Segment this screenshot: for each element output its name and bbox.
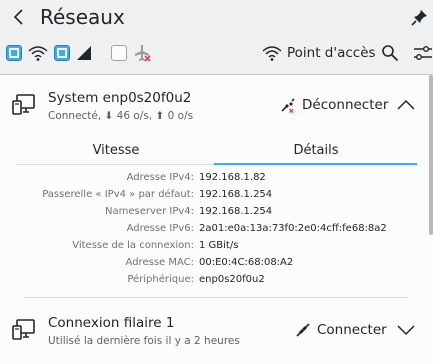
settings-sliders-icon <box>414 46 432 60</box>
cellular-signal-icon <box>77 46 91 60</box>
pin-icon <box>411 10 427 26</box>
detail-label: Nameserver IPv4: <box>105 206 194 217</box>
detail-value: 00:E0:4C:68:08:A2 <box>199 257 294 268</box>
detail-value: enp0s20f0u2 <box>199 274 265 285</box>
chevron-left-icon <box>13 9 23 25</box>
pin-button[interactable] <box>409 6 431 28</box>
tab-vitesse[interactable]: Vitesse <box>16 141 216 166</box>
detail-row: Vitesse de la connexion: 1 GBit/s <box>0 240 433 256</box>
detail-row: Adresse MAC: 00:E0:4C:68:08:A2 <box>0 257 433 273</box>
connect-icon <box>296 323 310 337</box>
airplane-mode-icon <box>135 45 151 62</box>
detail-value: 2a01:e0a:13a:73f0:2e0:4cff:fe68:8a2 <box>199 223 387 234</box>
chevron-down-icon <box>397 325 415 336</box>
chevron-up-icon <box>397 99 415 110</box>
collapse-button[interactable] <box>395 94 417 116</box>
mobile-broadband-toggle[interactable] <box>54 42 93 64</box>
detail-label: Périphérique: <box>127 274 194 285</box>
detail-value: 192.168.1.254 <box>199 189 273 200</box>
hotspot-button[interactable]: Point d'accès <box>262 42 376 64</box>
wired-network-icon <box>12 94 35 115</box>
detail-label: Adresse MAC: <box>125 257 194 268</box>
active-tab-indicator <box>214 163 417 165</box>
detail-value: 192.168.1.254 <box>199 206 273 217</box>
detail-value: 1 GBit/s <box>199 240 239 251</box>
detail-label: Adresse IPv6: <box>126 223 194 234</box>
connection-divider <box>24 297 408 298</box>
disconnect-label: Déconnecter <box>302 97 389 113</box>
back-button[interactable] <box>6 4 32 30</box>
wired-network-icon <box>12 319 35 340</box>
detail-row: Adresse IPv6: 2a01:e0a:13a:73f0:2e0:4cff… <box>0 223 433 239</box>
connection-status: Connecté, ⬇ 46 o/s, ⬆ 0 o/s <box>48 110 194 122</box>
disconnect-button[interactable]: Déconnecter <box>280 93 388 117</box>
page-title: Réseaux <box>40 5 125 29</box>
connection-name: Connexion filaire 1 <box>48 315 175 331</box>
detail-label: Passerelle « IPv4 » par défaut: <box>42 189 194 200</box>
detail-value: 192.168.1.82 <box>199 172 266 183</box>
detail-row: Périphérique: enp0s20f0u2 <box>0 274 433 290</box>
mobile-checkbox[interactable] <box>54 45 70 61</box>
connection-status: Utilisé la dernière fois il y a 2 heures <box>48 335 240 347</box>
detail-label: Adresse IPv4: <box>126 172 194 183</box>
header: Réseaux Point d'accès <box>0 0 433 74</box>
search-button[interactable] <box>381 42 399 64</box>
wifi-icon <box>28 46 48 61</box>
disconnect-icon <box>281 98 295 113</box>
wifi-checkbox[interactable] <box>6 45 22 61</box>
detail-label: Vitesse de la connexion: <box>72 240 194 251</box>
connection-name: System enp0s20f0u2 <box>48 90 192 106</box>
airplane-mode-toggle[interactable] <box>111 42 152 64</box>
connect-button[interactable]: Connecter <box>295 318 387 342</box>
toolbar: Point d'accès <box>0 38 433 68</box>
expand-button[interactable] <box>395 319 417 341</box>
connect-label: Connecter <box>317 322 387 338</box>
detail-row: Adresse IPv4: 192.168.1.82 <box>0 172 433 188</box>
search-icon <box>382 45 399 62</box>
detail-row: Nameserver IPv4: 192.168.1.254 <box>0 206 433 222</box>
airplane-checkbox[interactable] <box>111 45 127 61</box>
wifi-toggle[interactable] <box>6 42 48 64</box>
hotspot-label: Point d'accès <box>287 45 376 61</box>
hotspot-icon <box>262 46 282 61</box>
configure-button[interactable] <box>413 42 433 64</box>
detail-row: Passerelle « IPv4 » par défaut: 192.168.… <box>0 189 433 205</box>
